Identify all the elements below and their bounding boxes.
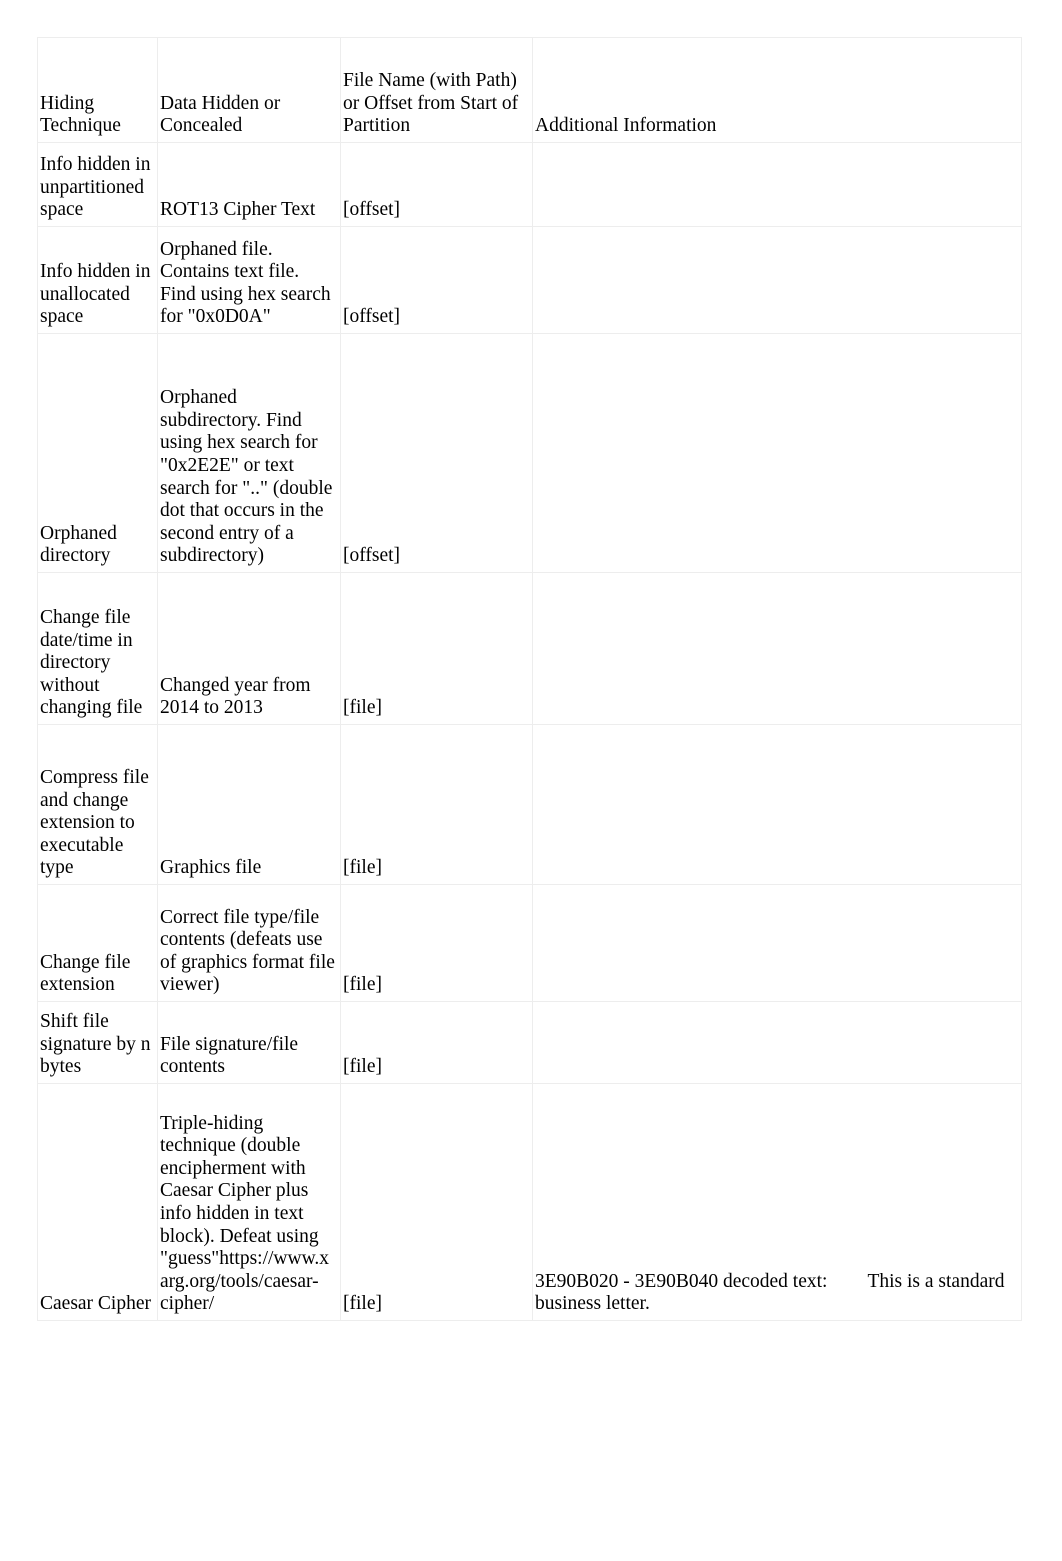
- table-row: Info hidden in unpartitioned space ROT13…: [37, 142, 1022, 227]
- column-header-additional-information: Additional Information: [532, 37, 1022, 143]
- cell-technique: Info hidden in unallocated space: [37, 226, 158, 334]
- cell-technique: Change file date/time in directory witho…: [37, 572, 158, 725]
- cell-additional: [532, 142, 1022, 227]
- hiding-techniques-table-wrapper: Hiding Technique Data Hidden or Conceale…: [37, 37, 1022, 1321]
- column-header-file-or-offset: File Name (with Path) or Offset from Sta…: [340, 37, 533, 143]
- cell-technique: Orphaned directory: [37, 333, 158, 573]
- cell-data-hidden: Changed year from 2014 to 2013: [157, 572, 341, 725]
- cell-data-hidden: Orphaned file. Contains text file. Find …: [157, 226, 341, 334]
- cell-technique: Change file extension: [37, 884, 158, 1002]
- cell-additional: 3E90B020 - 3E90B040 decoded text: This is…: [532, 1083, 1022, 1321]
- cell-data-hidden: Graphics file: [157, 724, 341, 885]
- cell-technique: Caesar Cipher: [37, 1083, 158, 1321]
- table-row: Orphaned directory Orphaned subdirectory…: [37, 333, 1022, 573]
- table-row: Info hidden in unallocated space Orphane…: [37, 226, 1022, 334]
- cell-file-or-offset: [offset]: [340, 142, 533, 227]
- cell-technique: Info hidden in unpartitioned space: [37, 142, 158, 227]
- table-row: Change file extension Correct file type/…: [37, 884, 1022, 1002]
- hiding-techniques-table: Hiding Technique Data Hidden or Conceale…: [37, 37, 1022, 1321]
- cell-data-hidden: Correct file type/file contents (defeats…: [157, 884, 341, 1002]
- cell-additional: [532, 724, 1022, 885]
- cell-additional: [532, 884, 1022, 1002]
- document-page: Hiding Technique Data Hidden or Conceale…: [0, 0, 1062, 1561]
- cell-additional: [532, 572, 1022, 725]
- cell-data-hidden: Triple-hiding technique (double encipher…: [157, 1083, 341, 1321]
- cell-file-or-offset: [file]: [340, 884, 533, 1002]
- cell-technique: Shift file signature by n bytes: [37, 1001, 158, 1084]
- cell-file-or-offset: [offset]: [340, 226, 533, 334]
- cell-data-hidden: ROT13 Cipher Text: [157, 142, 341, 227]
- cell-file-or-offset: [file]: [340, 724, 533, 885]
- cell-additional: [532, 226, 1022, 334]
- column-header-hiding-technique: Hiding Technique: [37, 37, 158, 143]
- cell-additional: [532, 333, 1022, 573]
- table-row: Compress file and change extension to ex…: [37, 724, 1022, 885]
- cell-additional: [532, 1001, 1022, 1084]
- cell-data-hidden: File signature/file contents: [157, 1001, 341, 1084]
- cell-file-or-offset: [offset]: [340, 333, 533, 573]
- column-header-data-hidden: Data Hidden or Concealed: [157, 37, 341, 143]
- decoded-offset-range: 3E90B020 - 3E90B040 decoded text:: [535, 1270, 828, 1292]
- table-row: Caesar Cipher Triple-hiding technique (d…: [37, 1083, 1022, 1321]
- cell-file-or-offset: [file]: [340, 1001, 533, 1084]
- cell-file-or-offset: [file]: [340, 572, 533, 725]
- table-header-row: Hiding Technique Data Hidden or Conceale…: [37, 37, 1022, 143]
- table-row: Change file date/time in directory witho…: [37, 572, 1022, 725]
- table-row: Shift file signature by n bytes File sig…: [37, 1001, 1022, 1084]
- cell-technique: Compress file and change extension to ex…: [37, 724, 158, 885]
- cell-data-hidden: Orphaned subdirectory. Find using hex se…: [157, 333, 341, 573]
- cell-file-or-offset: [file]: [340, 1083, 533, 1321]
